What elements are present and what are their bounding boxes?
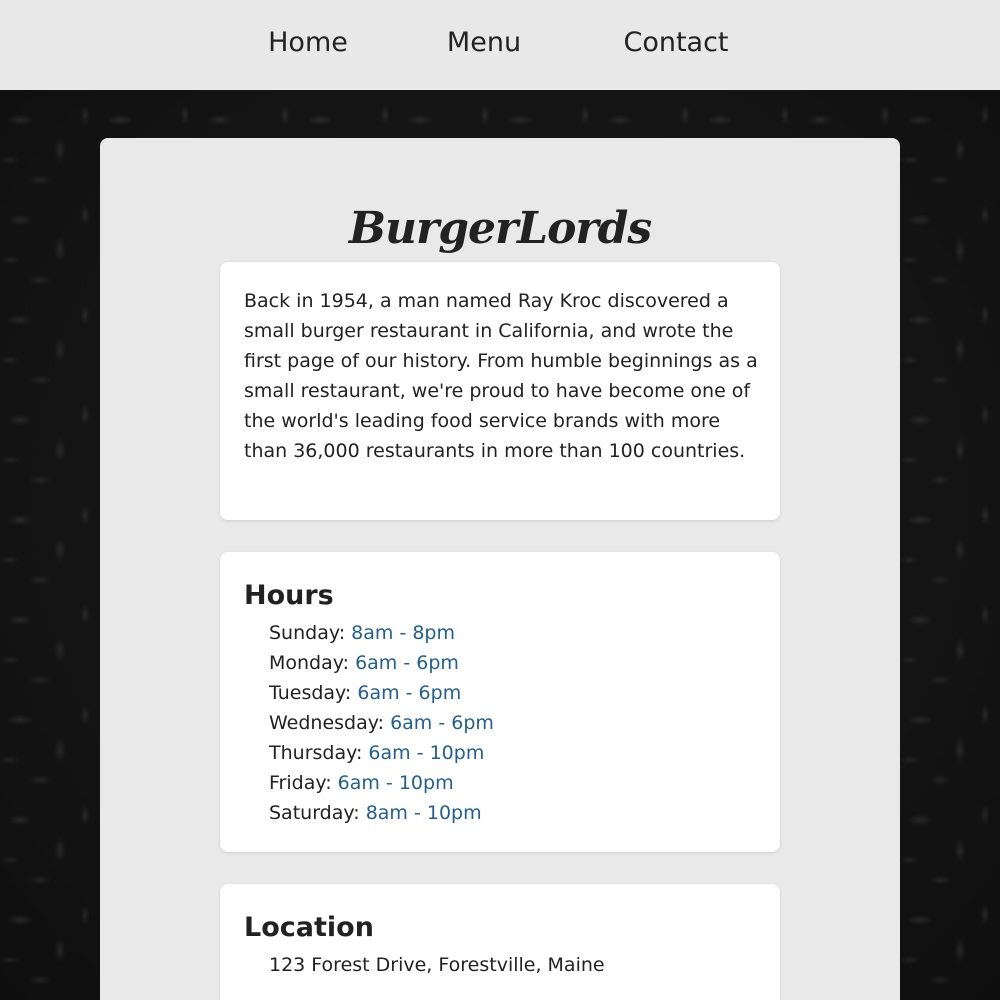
top-navigation: Home Menu Contact	[0, 0, 1000, 90]
hours-row-sunday: Sunday: 8am - 8pm	[269, 618, 494, 648]
day-label: Thursday:	[269, 742, 363, 764]
hours-list: Sunday: 8am - 8pm Monday: 6am - 6pm Tues…	[269, 618, 494, 828]
time-range: 8am - 10pm	[365, 802, 482, 824]
time-range: 6am - 6pm	[357, 682, 462, 704]
time-range: 6am - 10pm	[337, 772, 454, 794]
location-heading: Location	[244, 912, 374, 943]
day-label: Tuesday:	[269, 682, 352, 704]
hours-row-monday: Monday: 6am - 6pm	[269, 648, 494, 678]
hours-card: Hours Sunday: 8am - 8pm Monday: 6am - 6p…	[220, 552, 780, 852]
nav-link-home[interactable]: Home	[268, 25, 348, 61]
nav-link-contact[interactable]: Contact	[623, 25, 728, 61]
about-text: Back in 1954, a man named Ray Kroc disco…	[244, 290, 758, 462]
day-label: Sunday:	[269, 622, 346, 644]
hours-row-thursday: Thursday: 6am - 10pm	[269, 738, 494, 768]
site-title: BurgerLords	[348, 203, 652, 255]
hours-row-wednesday: Wednesday: 6am - 6pm	[269, 708, 494, 738]
time-range: 6am - 6pm	[390, 712, 494, 734]
time-range: 6am - 10pm	[368, 742, 485, 764]
location-address: 123 Forest Drive, Forestville, Maine	[269, 954, 605, 976]
day-label: Saturday:	[269, 802, 360, 824]
location-card: Location 123 Forest Drive, Forestville, …	[220, 884, 780, 1000]
hours-row-friday: Friday: 6am - 10pm	[269, 768, 494, 798]
day-label: Monday:	[269, 652, 350, 674]
time-range: 8am - 8pm	[351, 622, 456, 644]
day-label: Wednesday:	[269, 712, 385, 734]
day-label: Friday:	[269, 772, 332, 794]
nav-link-menu[interactable]: Menu	[447, 25, 521, 61]
time-range: 6am - 6pm	[355, 652, 459, 674]
hours-heading: Hours	[244, 580, 334, 611]
about-card: Back in 1954, a man named Ray Kroc disco…	[220, 262, 780, 520]
hours-row-tuesday: Tuesday: 6am - 6pm	[269, 678, 494, 708]
hours-row-saturday: Saturday: 8am - 10pm	[269, 798, 494, 828]
